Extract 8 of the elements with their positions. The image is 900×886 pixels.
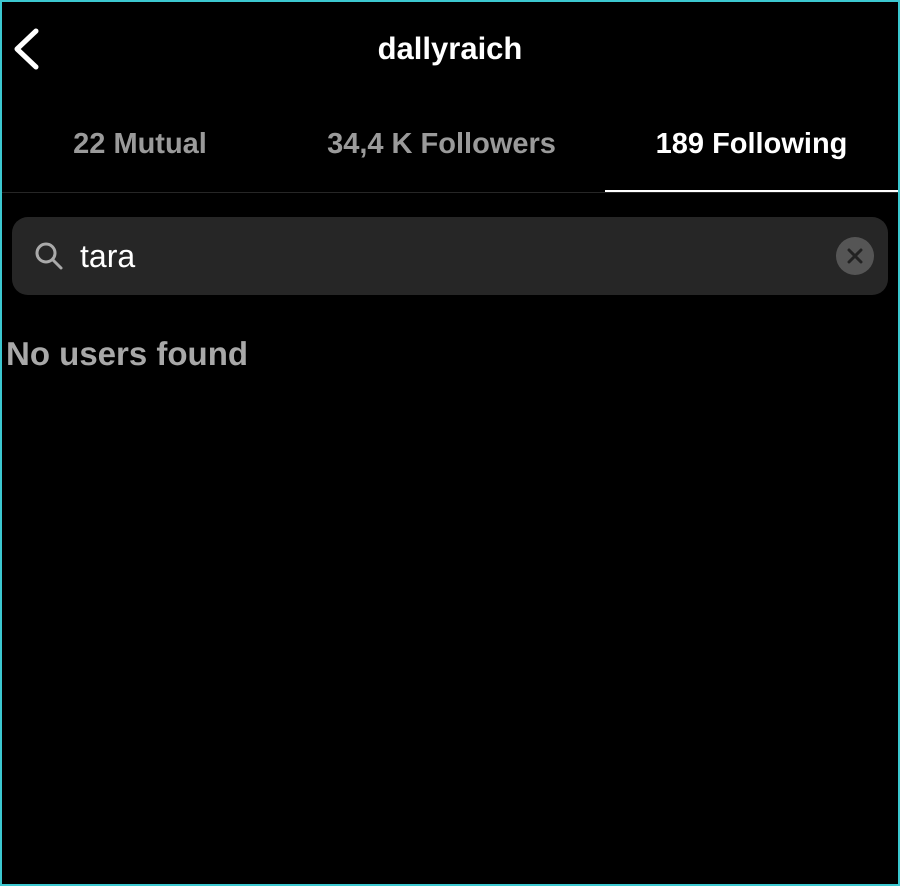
back-icon[interactable] [12, 28, 40, 70]
search-icon [34, 241, 64, 271]
search-field[interactable]: tara [12, 217, 888, 295]
profile-username: dallyraich [378, 31, 522, 67]
tab[interactable]: 22 Mutual [2, 98, 278, 192]
tab[interactable]: 189 Following [605, 98, 898, 192]
tab[interactable]: 34,4 K Followers [278, 98, 605, 192]
empty-message: No users found [6, 335, 250, 373]
